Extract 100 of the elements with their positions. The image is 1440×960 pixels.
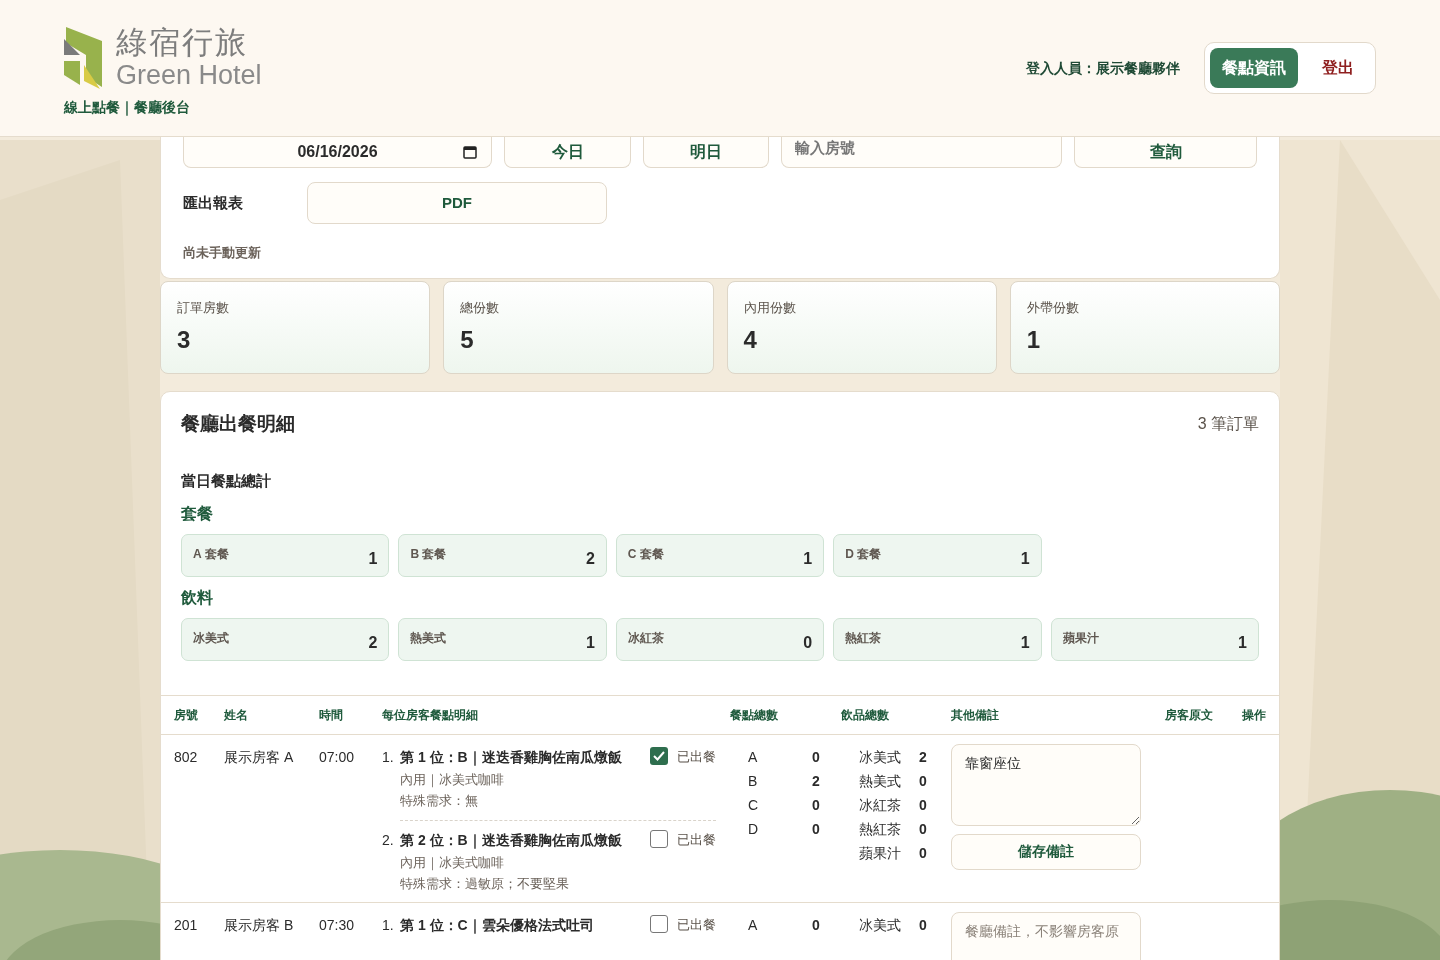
drink-label: 冰美式 <box>859 747 902 767</box>
order-number: 1. <box>382 747 395 767</box>
drink-label: 冰美式 <box>859 915 902 935</box>
order-detail: 特殊需求：無 <box>400 792 479 810</box>
stat-value: 4 <box>743 327 758 352</box>
chip-label: 熱紅茶 <box>845 629 882 647</box>
query-button[interactable]: 查詢 <box>1074 137 1257 168</box>
chip-label: B 套餐 <box>410 545 447 563</box>
served-checkbox[interactable] <box>650 829 668 848</box>
meal-count: 0 <box>812 915 821 935</box>
served-label: 已出餐 <box>677 830 716 849</box>
stat-value: 1 <box>1026 327 1042 352</box>
drink-count: 2 <box>919 747 928 767</box>
chip-value: 1 <box>368 548 378 569</box>
order-detail: 內用｜冰美式咖啡 <box>400 853 505 872</box>
stat-label: 訂單房數 <box>177 299 230 317</box>
logo-title: 綠宿行旅 <box>116 26 249 58</box>
chip-label: 蘋果汁 <box>1062 629 1099 647</box>
drink-label: 熱美式 <box>859 771 902 791</box>
column-header: 每位房客餐點明細 <box>382 706 479 724</box>
calendar-icon <box>463 145 477 159</box>
column-header: 飲品總數 <box>841 706 890 724</box>
meal-count: 0 <box>812 819 821 839</box>
tomorrow-button[interactable]: 明日 <box>643 137 769 168</box>
drink-count: 0 <box>919 843 928 863</box>
drink-count: 0 <box>919 819 928 839</box>
drink-count: 0 <box>919 771 928 791</box>
stat-label: 總份數 <box>460 299 501 317</box>
meal-count: 0 <box>812 747 821 767</box>
save-note-button[interactable]: 儲存備註 <box>951 833 1141 870</box>
served-label: 已出餐 <box>677 747 716 766</box>
order-detail: 特殊需求：過敏原；不要堅果 <box>400 875 570 893</box>
drink-label: 冰紅茶 <box>859 795 902 815</box>
room-cell-text: 802 <box>174 747 199 767</box>
checkmark-icon <box>653 750 665 761</box>
date-field[interactable]: 06/16/2026 <box>183 137 492 168</box>
nav-tab[interactable]: 餐點資訊 <box>1210 48 1298 88</box>
column-header: 房客原文 <box>1165 706 1214 724</box>
meal-label: C <box>748 795 760 815</box>
order-number: 1. <box>382 915 395 935</box>
stat-label: 內用份數 <box>743 299 797 317</box>
chip-label: 冰紅茶 <box>627 629 664 647</box>
drink-count: 0 <box>919 795 928 815</box>
chip-label: A 套餐 <box>193 545 229 563</box>
note-field[interactable]: 靠窗座位 <box>951 743 1141 826</box>
leaf-logo-icon <box>64 24 104 91</box>
chip-value: 2 <box>368 632 378 653</box>
update-status: 尚未手動更新 <box>183 245 261 260</box>
time-cell-text: 07:00 <box>319 747 356 767</box>
drink-label: 熱紅茶 <box>859 819 902 839</box>
column-header: 操作 <box>1242 706 1266 724</box>
chip-value: 1 <box>803 548 813 569</box>
time-cell-text: 07:30 <box>319 915 356 935</box>
meal-label: D <box>748 819 760 839</box>
order-title: 第 2 位：B｜迷迭香雞胸佐南瓜燉飯 <box>400 830 622 851</box>
column-header: 其他備註 <box>951 706 1000 724</box>
meal-count: 0 <box>812 795 821 815</box>
column-header: 姓名 <box>224 706 249 724</box>
chip-value: 1 <box>1020 632 1030 653</box>
detail-title: 餐廳出餐明細 <box>181 412 295 436</box>
order-detail: 內用｜冰美式咖啡 <box>400 770 505 789</box>
meal-label: B <box>748 771 759 791</box>
column-header: 時間 <box>319 706 344 724</box>
logout-button[interactable]: 登出 <box>1306 48 1370 88</box>
stat-value: 3 <box>177 327 192 352</box>
today-button[interactable]: 今日 <box>504 137 631 168</box>
order-title: 第 1 位：B｜迷迭香雞胸佐南瓜燉飯 <box>400 747 622 768</box>
served-label: 已出餐 <box>677 915 716 934</box>
note-field[interactable]: 餐廳備註，不影響房客原 <box>951 911 1141 960</box>
column-header: 餐點總數 <box>730 706 779 724</box>
summary-title: 當日餐點總計 <box>181 471 271 489</box>
chip-value: 1 <box>1238 632 1247 653</box>
tagline: 線上點餐｜餐廳後台 <box>64 97 191 118</box>
drink-label: 蘋果汁 <box>859 843 902 863</box>
logo-subtitle: Green Hotel <box>116 61 262 89</box>
chip-value: 1 <box>1020 548 1030 569</box>
chip-value: 0 <box>803 632 813 653</box>
meal-label: A <box>748 915 759 935</box>
column-header: 房號 <box>174 706 199 724</box>
export-label: 匯出報表 <box>183 192 244 213</box>
room-number-input[interactable]: 輸入房號 <box>781 137 1062 168</box>
chip-label: D 套餐 <box>845 545 882 563</box>
group-title: 飲料 <box>181 588 213 606</box>
served-checkbox[interactable] <box>650 746 668 765</box>
chip-label: 熱美式 <box>410 629 447 647</box>
chip-value: 2 <box>585 548 595 569</box>
room-cell-text: 201 <box>174 915 199 935</box>
order-title: 第 1 位：C｜雲朵優格法式吐司 <box>400 915 594 936</box>
drink-count: 0 <box>919 915 928 935</box>
pdf-button[interactable]: PDF <box>307 182 607 224</box>
name-cell-text: 展示房客 B <box>224 915 295 935</box>
group-title: 套餐 <box>181 504 213 522</box>
order-count: 3 筆訂單 <box>1197 414 1259 435</box>
name-cell-text: 展示房客 A <box>224 747 295 767</box>
served-checkbox[interactable] <box>650 914 668 933</box>
meal-label: A <box>748 747 759 767</box>
login-user-label: 登入人員：展示餐廳夥伴 <box>1026 58 1180 78</box>
stat-value: 5 <box>460 327 475 352</box>
order-number: 2. <box>382 830 395 850</box>
chip-value: 1 <box>585 632 595 653</box>
